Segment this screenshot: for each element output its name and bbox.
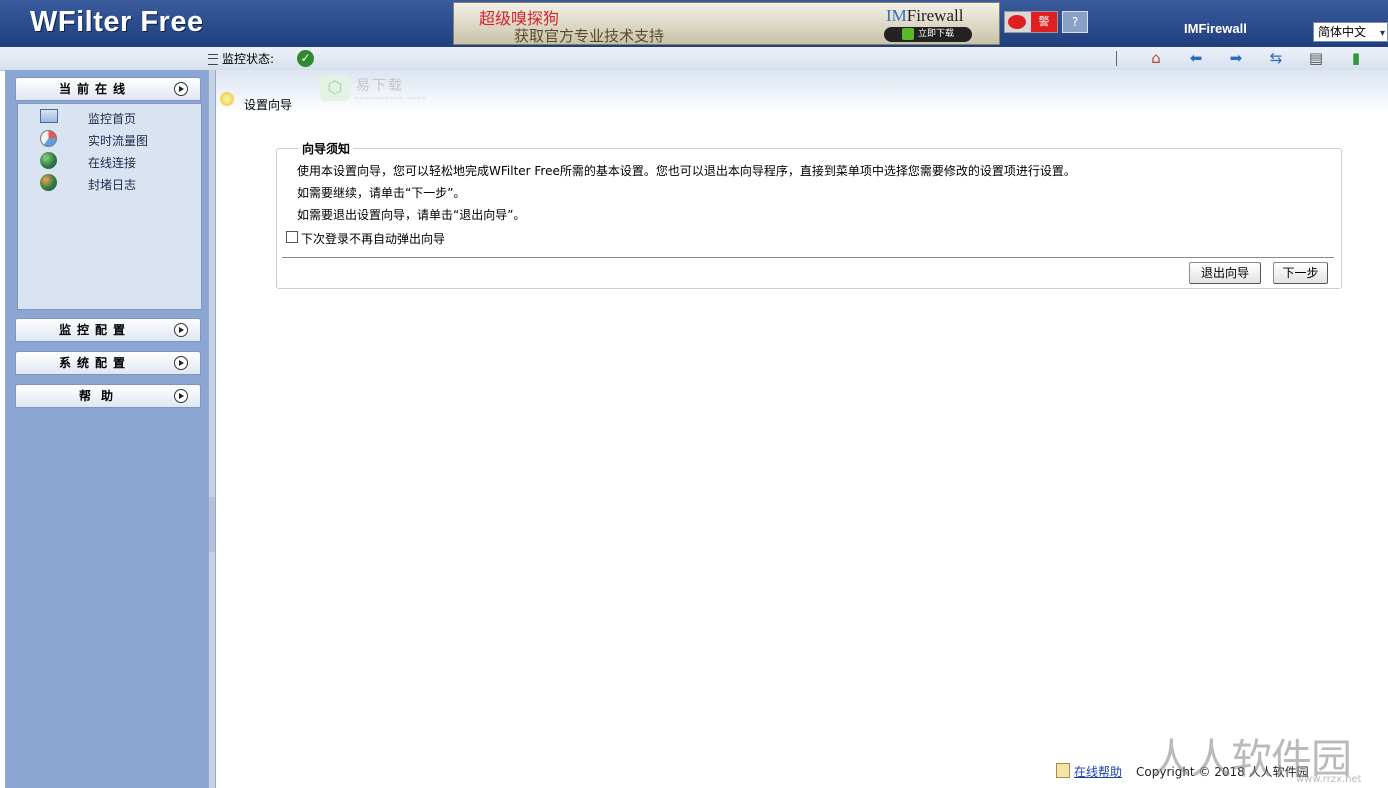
splitter-grip-icon[interactable] [209,497,215,552]
sidebar-section-label: 监控配置 [59,323,132,337]
print-icon[interactable]: ▤ [1307,50,1325,67]
lightbulb-icon [220,92,234,106]
pie-chart-icon [40,130,57,147]
watermark-url: www.rrzx.net [1296,774,1362,785]
weibo-label: 警 [1031,12,1057,32]
expand-arrow-icon[interactable] [174,389,188,403]
no-popup-checkbox[interactable] [286,231,298,243]
next-step-button[interactable]: 下一步 [1273,262,1328,284]
sidebar-section-label: 系统配置 [59,356,132,370]
weibo-button[interactable]: 警 [1004,11,1058,33]
ad-download-label: 立即下载 [917,29,954,39]
sidebar-section-label: 当前在线 [59,82,132,96]
sidebar-item-label: 在线连接 [88,156,137,170]
help-icon[interactable]: ? [1062,11,1088,33]
no-popup-checkbox-label[interactable]: 下次登录不再自动弹出向导 [301,230,445,247]
home-icon[interactable]: ⌂ [1147,50,1165,67]
main-content: 设置向导 ⬡ 易下载 ~~~~~~~~~~ ~~~~ 向导须知 使用本设置向导，… [216,70,1388,788]
sidebar-item-label: 实时流量图 [88,134,149,148]
watermark-logo-icon: ⬡ [320,75,350,101]
help-document-icon [1056,763,1070,778]
sidebar-splitter[interactable] [208,70,216,788]
header-brand: IMFirewall [1184,21,1247,36]
forward-icon[interactable]: ➡ [1227,50,1245,67]
app-logo: WFilter Free [30,6,204,38]
toolbar-divider [1116,51,1117,66]
wizard-intro-text: 使用本设置向导，您可以轻松地完成WFilter Free所需的基本设置。您也可以… [297,164,1076,178]
language-select[interactable]: 简体中文 ▾ [1313,22,1388,42]
language-value: 简体中文 [1318,25,1367,39]
sidebar-panel-online: 监控首页 实时流量图 在线连接 封堵日志 [17,103,202,310]
toolbar: 监控状态: ✓ ⌂ ⬅ ➡ ⇆ ▤ ▮ [0,47,1388,71]
chevron-down-icon: ▾ [1379,28,1385,39]
ad-banner[interactable]: 超级嗅探狗 获取官方专业技术支持 IMFirewall 立即下载 [453,2,1000,45]
globe-icon [40,152,57,169]
ad-brand: IMFirewall [886,6,963,26]
exit-wizard-button[interactable]: 退出向导 [1189,262,1261,284]
app-header: WFilter Free 超级嗅探狗 获取官方专业技术支持 IMFirewall… [0,0,1388,47]
logout-icon[interactable]: ▮ [1347,50,1365,67]
expand-arrow-icon[interactable] [174,82,188,96]
expand-arrow-icon[interactable] [174,323,188,337]
wizard-exit-text: 如需要退出设置向导，请单击“退出向导”。 [297,208,526,222]
sidebar-item-label: 监控首页 [88,112,137,126]
download-icon [901,27,914,40]
sidebar-section-monitor-config[interactable]: 监控配置 [15,318,201,342]
ad-download-button[interactable]: 立即下载 [884,27,972,42]
back-icon[interactable]: ⬅ [1187,50,1205,67]
watermark-text: 易下载 [356,78,404,94]
weibo-icon [1008,15,1026,29]
page-title: 设置向导 [244,98,293,112]
divider [282,257,1334,258]
ad-brand-suffix: Firewall [906,6,964,25]
sidebar-section-help[interactable]: 帮助 [15,384,201,408]
refresh-icon[interactable]: ⇆ [1267,50,1285,67]
sidebar-section-system-config[interactable]: 系统配置 [15,351,201,375]
check-icon: ✓ [297,50,314,67]
ad-brand-prefix: IM [886,6,907,25]
wizard-panel: 向导须知 使用本设置向导，您可以轻松地完成WFilter Free所需的基本设置… [276,140,1342,289]
sidebar-item-label: 封堵日志 [88,178,137,192]
monitor-status-label: 监控状态: [222,52,275,66]
sidebar-section-label: 帮助 [79,389,124,403]
online-help-link[interactable]: 在线帮助 [1074,763,1122,780]
monitor-icon [40,109,58,123]
sidebar: 当前在线 监控首页 实时流量图 在线连接 封堵日志 监控配置 系统配置 帮助 [5,70,208,788]
watermark-subtext: ~~~~~~~~~~ ~~~~ [354,95,427,102]
menu-icon[interactable] [208,54,218,65]
wizard-legend: 向导须知 [299,140,354,157]
globe-log-icon [40,174,57,191]
wizard-continue-text: 如需要继续，请单击“下一步”。 [297,186,466,200]
expand-arrow-icon[interactable] [174,356,188,370]
sidebar-section-online[interactable]: 当前在线 [15,77,201,101]
ad-subtitle: 获取官方专业技术支持 [514,27,665,45]
page-header: 设置向导 ⬡ 易下载 ~~~~~~~~~~ ~~~~ [216,70,1388,114]
